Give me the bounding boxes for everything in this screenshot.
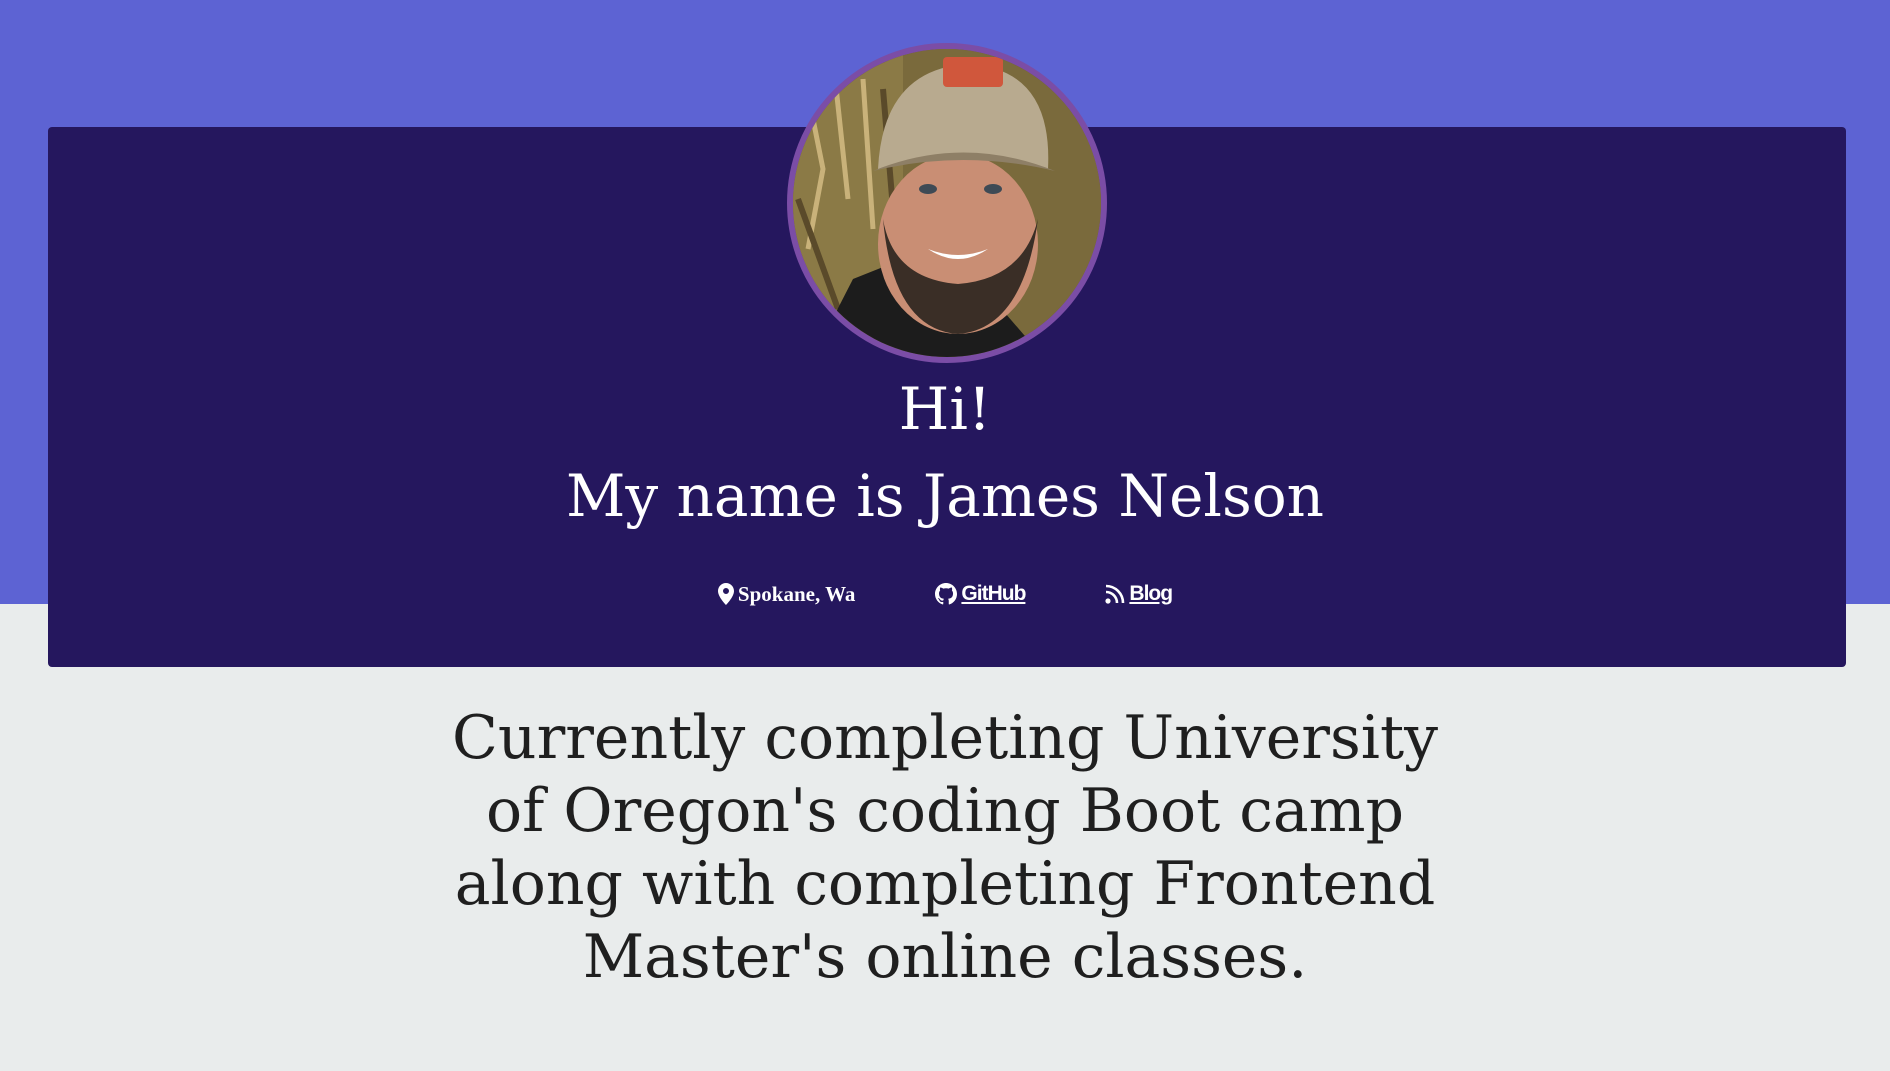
profile-links: Spokane, Wa GitHub Blog xyxy=(0,578,1890,610)
blog-link[interactable]: Blog xyxy=(1129,582,1173,606)
rss-icon[interactable] xyxy=(1105,584,1125,604)
intro-heading: My name is James Nelson xyxy=(565,462,1325,530)
avatar-photo xyxy=(793,49,1101,357)
greeting-heading: Hi! xyxy=(898,375,992,443)
location-label: Spokane, Wa xyxy=(737,581,856,606)
avatar xyxy=(787,43,1107,363)
github-icon[interactable] xyxy=(935,583,958,605)
blog-link-item[interactable]: Blog xyxy=(1105,582,1173,606)
location: Spokane, Wa xyxy=(717,581,856,607)
bio-text: Currently completing University of Orego… xyxy=(452,703,1438,992)
map-pin-icon xyxy=(717,583,734,605)
github-link-item[interactable]: GitHub xyxy=(935,582,1026,606)
github-link[interactable]: GitHub xyxy=(961,582,1026,606)
